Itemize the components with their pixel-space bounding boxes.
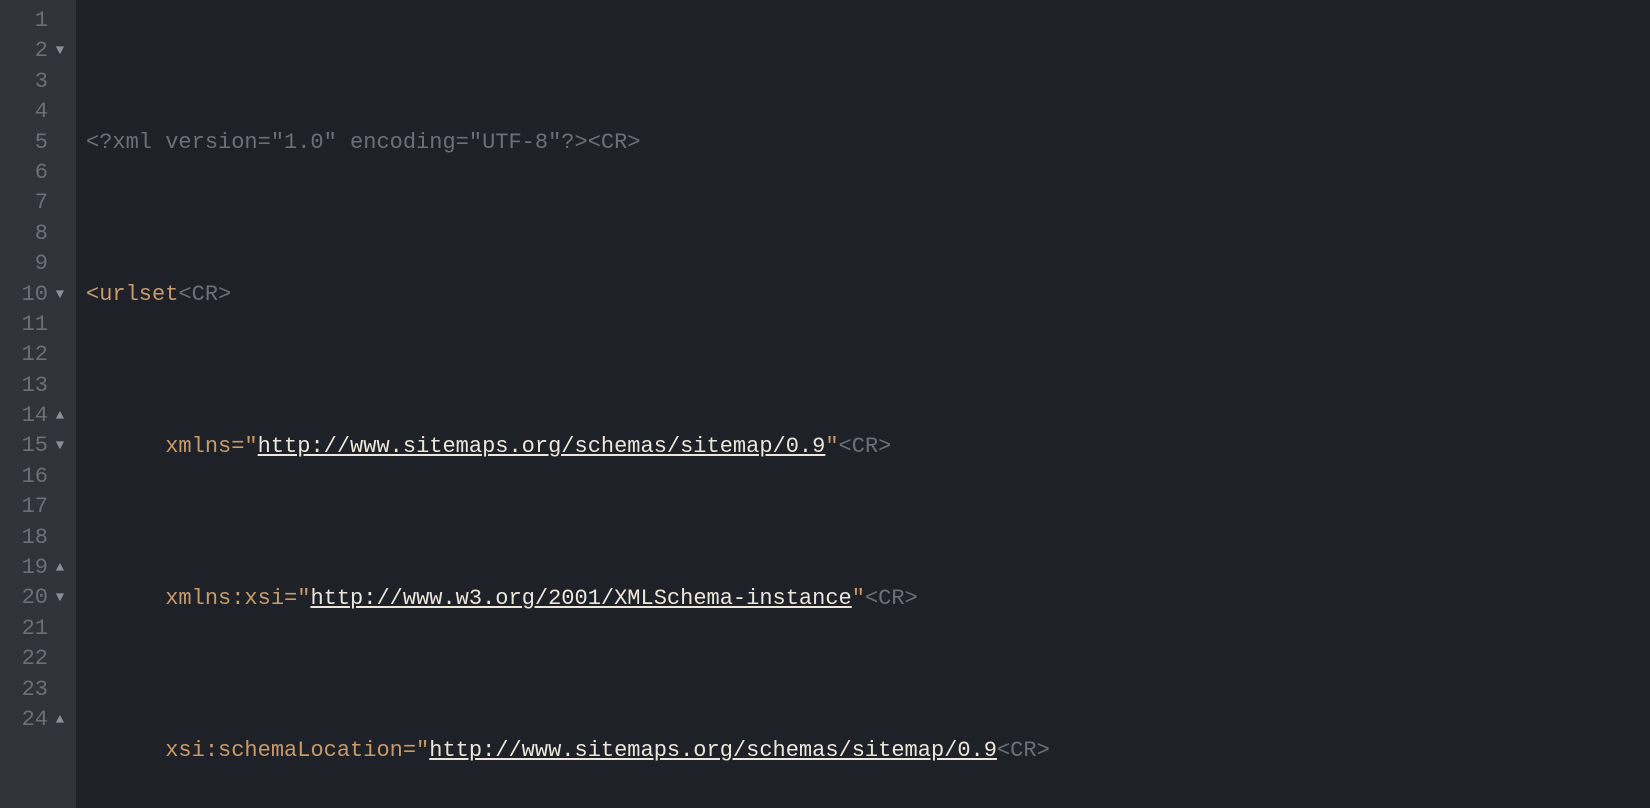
gutter-line: 4 [0,97,70,127]
attr-xmlns-xsi: xmlns:xsi=" [165,584,310,614]
line-number-gutter: 12▼345678910▼11121314▲15▼16171819▲20▼212… [0,0,76,808]
close-quote: " [825,432,838,462]
line-number: 4 [18,97,48,127]
line-number: 1 [18,6,48,36]
gutter-line: 5 [0,128,70,158]
line-number: 2 [18,36,48,66]
fold-toggle-icon[interactable]: ▲ [52,401,68,431]
gutter-line: 14▲ [0,401,70,431]
line-number: 7 [18,188,48,218]
code-line[interactable]: xmlns:xsi="http://www.w3.org/2001/XMLSch… [86,584,1650,614]
line-number: 15 [18,431,48,461]
fold-toggle-icon[interactable]: ▲ [52,705,68,735]
close-quote: " [852,584,865,614]
xmlns-xsi-url[interactable]: http://www.w3.org/2001/XMLSchema-instanc… [310,584,851,614]
line-number: 3 [18,67,48,97]
gutter-line: 23 [0,675,70,705]
fold-toggle-icon[interactable]: ▼ [52,36,68,66]
gutter-line: 3 [0,67,70,97]
line-number: 14 [18,401,48,431]
gutter-line: 7 [0,188,70,218]
gutter-line: 1 [0,6,70,36]
line-number: 16 [18,462,48,492]
gutter-line: 2▼ [0,36,70,66]
gutter-line: 22 [0,644,70,674]
cr-marker: <CR> [997,736,1050,766]
code-line[interactable]: xsi:schemaLocation="http://www.sitemaps.… [86,736,1650,766]
xml-declaration: <?xml version="1.0" encoding="UTF-8"?> [86,128,588,158]
code-line[interactable]: xmlns="http://www.sitemaps.org/schemas/s… [86,432,1650,462]
attr-schema-location: xsi:schemaLocation=" [165,736,429,766]
gutter-line: 6 [0,158,70,188]
gutter-line: 16 [0,462,70,492]
fold-toggle-icon[interactable]: ▼ [52,431,68,461]
gutter-line: 8 [0,219,70,249]
code-line[interactable]: <?xml version="1.0" encoding="UTF-8"?><C… [86,128,1650,158]
line-number: 18 [18,523,48,553]
line-number: 20 [18,583,48,613]
line-number: 13 [18,371,48,401]
line-number: 17 [18,492,48,522]
gutter-line: 9 [0,249,70,279]
gutter-line: 15▼ [0,431,70,461]
gutter-line: 24▲ [0,705,70,735]
code-editor[interactable]: 12▼345678910▼11121314▲15▼16171819▲20▼212… [0,0,1650,808]
attr-xmlns: xmlns=" [165,432,257,462]
line-number: 24 [18,705,48,735]
gutter-line: 12 [0,340,70,370]
gutter-line: 19▲ [0,553,70,583]
line-number: 23 [18,675,48,705]
xmlns-url[interactable]: http://www.sitemaps.org/schemas/sitemap/… [258,432,826,462]
line-number: 12 [18,340,48,370]
cr-marker: <CR> [839,432,892,462]
gutter-line: 11 [0,310,70,340]
gutter-line: 20▼ [0,583,70,613]
line-number: 6 [18,158,48,188]
fold-toggle-icon[interactable]: ▼ [52,583,68,613]
line-number: 8 [18,219,48,249]
line-number: 22 [18,644,48,674]
cr-marker: <CR> [178,280,231,310]
line-number: 19 [18,553,48,583]
code-area[interactable]: <?xml version="1.0" encoding="UTF-8"?><C… [76,0,1650,808]
schema-url-1[interactable]: http://www.sitemaps.org/schemas/sitemap/… [429,736,997,766]
fold-toggle-icon[interactable]: ▲ [52,553,68,583]
gutter-line: 10▼ [0,280,70,310]
gutter-line: 17 [0,492,70,522]
cr-marker: <CR> [865,584,918,614]
urlset-open-tag: <urlset [86,280,178,310]
fold-toggle-icon[interactable]: ▼ [52,280,68,310]
gutter-line: 13 [0,371,70,401]
line-number: 21 [18,614,48,644]
line-number: 11 [18,310,48,340]
gutter-line: 21 [0,614,70,644]
gutter-line: 18 [0,523,70,553]
line-number: 10 [18,280,48,310]
code-line[interactable]: <urlset<CR> [86,280,1650,310]
line-number: 9 [18,249,48,279]
cr-marker: <CR> [588,128,641,158]
line-number: 5 [18,128,48,158]
